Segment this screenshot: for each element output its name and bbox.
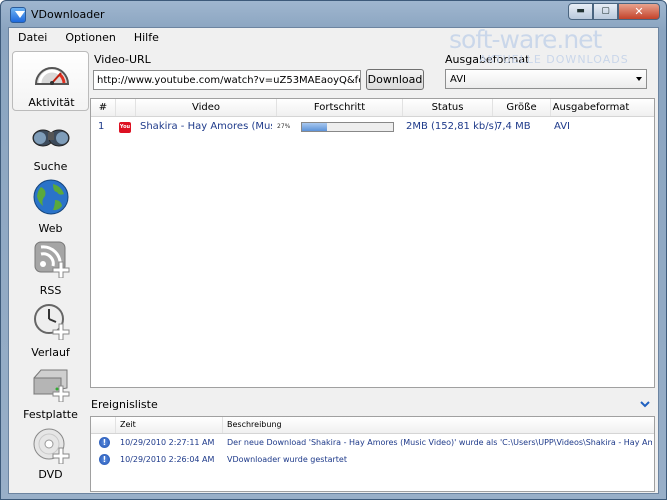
column-header-icon[interactable] [91, 417, 116, 433]
sidebar-item-label: Aktivität [28, 96, 75, 109]
row-status: 2MB (152,81 kb/s) [406, 121, 498, 132]
chevron-down-icon [636, 77, 642, 81]
menu-datei[interactable]: Datei [9, 28, 56, 47]
row-progress-fill [302, 123, 327, 131]
watermark-logo: soft-ware.net [449, 25, 602, 54]
row-size: 7,4 MB [496, 121, 531, 132]
speedometer-icon [34, 67, 70, 85]
watermark-subtitle: AKTUELLE DOWNLOADS [479, 53, 629, 66]
info-icon: ! [99, 454, 110, 465]
table-row[interactable]: 1 You Tube Shakira - Hay Amores (Music V… [91, 118, 654, 141]
sidebar-item-label: DVD [38, 468, 63, 481]
column-header-size[interactable]: Größe [493, 99, 551, 116]
rss-add-icon [34, 241, 70, 278]
sidebar-item-label: Festplatte [23, 408, 78, 421]
minimize-button[interactable]: ▬ [568, 3, 593, 20]
maximize-button[interactable]: ▢ [593, 3, 618, 20]
menu-optionen[interactable]: Optionen [56, 28, 124, 47]
video-url-label: Video-URL [94, 53, 151, 66]
sidebar-item-label: Suche [33, 160, 68, 173]
sidebar-item-label: Verlauf [31, 346, 70, 359]
title-bar[interactable]: VDownloader ▬ ▢ ✕ [1, 1, 666, 27]
event-time: 10/29/2010 2:27:11 AM [120, 438, 215, 447]
column-header-description[interactable]: Beschreibung [223, 417, 654, 433]
list-item[interactable]: ! 10/29/2010 2:27:11 AM Der neue Downloa… [91, 435, 654, 451]
window-controls: ▬ ▢ ✕ [568, 3, 660, 20]
window-title: VDownloader [31, 8, 105, 21]
download-table-header: # Video Fortschritt Status Größe Ausgabe… [91, 99, 654, 117]
sidebar-item-suche[interactable]: Suche [12, 114, 89, 174]
event-list-header: Zeit Beschreibung [91, 417, 654, 434]
row-video-title: Shakira - Hay Amores (Music V [140, 121, 272, 132]
harddisk-add-icon [33, 369, 70, 402]
column-header-status[interactable]: Status [403, 99, 493, 116]
row-progress-bar [301, 122, 394, 132]
sidebar-item-aktivitaet[interactable]: Aktivität [12, 51, 89, 111]
row-format: AVI [554, 121, 570, 132]
column-header-format[interactable]: Ausgabeformat [551, 99, 631, 116]
sidebar-item-label: Web [38, 222, 63, 235]
main-panel: Video-URL http://www.youtube.com/watch?v… [90, 48, 658, 492]
event-description: Der neue Download 'Shakira - Hay Amores … [227, 438, 652, 447]
event-list-title: Ereignisliste [91, 398, 158, 411]
output-format-value: AVI [450, 74, 466, 85]
sidebar-item-festplatte[interactable]: Festplatte [12, 362, 89, 422]
download-button[interactable]: Download [366, 69, 424, 90]
column-header-time[interactable]: Zeit [116, 417, 223, 433]
sidebar: Aktivität Suche Web RSS Verlauf Festplat… [12, 48, 89, 492]
row-number: 1 [98, 121, 105, 132]
menu-hilfe[interactable]: Hilfe [125, 28, 168, 47]
download-table: # Video Fortschritt Status Größe Ausgabe… [90, 98, 655, 388]
app-logo-icon [10, 7, 26, 23]
event-list: Zeit Beschreibung ! 10/29/2010 2:27:11 A… [90, 416, 655, 492]
column-header-video[interactable]: Video [136, 99, 277, 116]
dvd-add-icon [33, 428, 70, 464]
event-time: 10/29/2010 2:26:04 AM [120, 455, 215, 464]
binoculars-icon [32, 129, 70, 147]
video-url-input[interactable]: http://www.youtube.com/watch?v=uZ53MAEao… [93, 70, 361, 90]
sidebar-item-verlauf[interactable]: Verlauf [12, 300, 89, 360]
sidebar-item-web[interactable]: Web [12, 176, 89, 236]
event-description: VDownloader wurde gestartet [227, 455, 347, 464]
app-window: VDownloader ▬ ▢ ✕ Datei Optionen Hilfe A… [0, 0, 667, 500]
sidebar-item-dvd[interactable]: DVD [12, 424, 89, 484]
info-icon: ! [99, 437, 110, 448]
list-item[interactable]: ! 10/29/2010 2:26:04 AM VDownloader wurd… [91, 452, 654, 468]
sidebar-item-label: RSS [39, 284, 62, 297]
row-progress-text: 27% [277, 123, 291, 130]
youtube-icon: You Tube [119, 122, 133, 141]
close-button[interactable]: ✕ [618, 3, 660, 20]
column-header-number[interactable]: # [91, 99, 116, 116]
collapse-chevron-icon[interactable] [640, 400, 650, 410]
output-format-select[interactable]: AVI [445, 69, 647, 89]
globe-icon [33, 179, 69, 215]
column-header-progress[interactable]: Fortschritt [277, 99, 403, 116]
client-area: Datei Optionen Hilfe Aktivität Suche Web [8, 27, 659, 494]
sidebar-item-rss[interactable]: RSS [12, 238, 89, 298]
column-header-source[interactable] [116, 99, 136, 116]
clock-add-icon [34, 304, 70, 340]
